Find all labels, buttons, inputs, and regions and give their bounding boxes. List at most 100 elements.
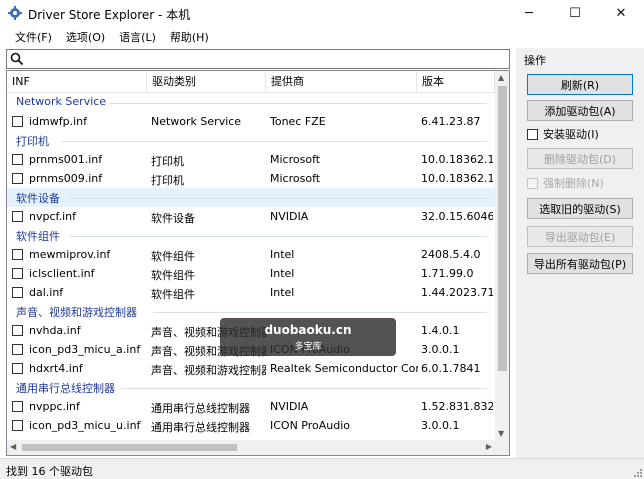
row-checkbox[interactable] xyxy=(12,173,23,184)
cell-inf: hdxrt4.inf xyxy=(29,362,83,375)
cell-version: 6.0.1.7841 xyxy=(421,362,481,375)
scroll-left-icon[interactable]: ◀ xyxy=(10,442,16,451)
cell-version: 6.41.23.87 xyxy=(421,115,481,128)
row-checkbox[interactable] xyxy=(12,420,23,431)
vertical-scrollbar[interactable]: ▲ ▼ xyxy=(495,71,509,440)
cell-version: 2408.5.4.0 xyxy=(421,248,481,261)
table-row[interactable]: idmwfp.inf Network Service Tonec FZE 6.41.2… xyxy=(7,112,495,131)
row-checkbox[interactable] xyxy=(12,363,23,374)
column-header-version[interactable]: 版本 xyxy=(417,71,495,93)
row-checkbox[interactable] xyxy=(12,268,23,279)
group-divider xyxy=(109,103,487,104)
cell-provider: Tonec FZE xyxy=(270,115,326,128)
install-driver-label: 安装驱动(I) xyxy=(543,128,599,141)
table-row[interactable]: mewmiprov.inf 软件组件 Intel 2408.5.4.0 xyxy=(7,245,495,264)
row-checkbox[interactable] xyxy=(12,287,23,298)
group-header-label: 声音、视频和游戏控制器 xyxy=(16,306,137,319)
group-divider xyxy=(121,388,487,389)
row-checkbox[interactable] xyxy=(12,154,23,165)
search-icon xyxy=(10,52,24,66)
row-checkbox[interactable] xyxy=(12,344,23,355)
window-title: Driver Store Explorer - 本机 xyxy=(28,8,191,22)
table-row[interactable]: icon_pd3_micu_u.inf 通用串行总线控制器 ICON ProAudi… xyxy=(7,416,495,435)
export-all-drivers-button[interactable]: 导出所有驱动包(P) xyxy=(527,253,633,274)
horizontal-scroll-thumb[interactable] xyxy=(22,444,237,451)
group-header-label: 通用串行总线控制器 xyxy=(16,382,115,395)
menu-language[interactable]: 语言(L) xyxy=(112,28,163,48)
group-header-label: Network Service xyxy=(16,95,107,108)
vertical-scroll-thumb[interactable] xyxy=(498,86,507,371)
export-driver-button: 导出驱动包(E) xyxy=(527,226,633,247)
cell-inf: idmwfp.inf xyxy=(29,115,88,128)
cell-provider: NVIDIA xyxy=(270,210,309,223)
cell-version: 10.0.18362.1 xyxy=(421,172,493,185)
menu-help[interactable]: 帮助(H) xyxy=(163,28,216,48)
row-checkbox[interactable] xyxy=(12,116,23,127)
group-header[interactable]: 软件组件 xyxy=(7,226,495,245)
cell-version: 1.44.2023.710 xyxy=(421,286,493,299)
cell-inf: dal.inf xyxy=(29,286,64,299)
table-row[interactable]: nvppc.inf 通用串行总线控制器 NVIDIA 1.52.831.832 xyxy=(7,397,495,416)
row-checkbox[interactable] xyxy=(12,211,23,222)
table-row[interactable]: iclsclient.inf 软件组件 Intel 1.71.99.0 xyxy=(7,264,495,283)
cell-version: 1.4.0.1 xyxy=(421,324,460,337)
row-checkbox[interactable] xyxy=(12,325,23,336)
table-row[interactable]: prnms009.inf 打印机 Microsoft 10.0.18362.1 xyxy=(7,169,495,188)
cell-provider: ICON ProAudio xyxy=(270,419,351,432)
cell-category: 软件组件 xyxy=(151,269,195,282)
table-row[interactable]: nvpcf.inf 软件设备 NVIDIA 32.0.15.6046 xyxy=(7,207,495,226)
cell-inf: nvhda.inf xyxy=(29,324,81,337)
minimize-button[interactable]: ─ xyxy=(506,0,552,26)
install-driver-checkbox-box[interactable] xyxy=(527,128,538,140)
status-bar: 找到 16 个驱动包 xyxy=(0,458,644,479)
cell-version: 3.0.0.1 xyxy=(421,343,460,356)
driver-list[interactable]: INF 驱动类别 ^ 提供商 版本 Network Service idmwfp.… xyxy=(6,70,510,456)
column-header-category-label: 驱动类别 xyxy=(152,75,196,88)
cell-version: 1.52.831.832 xyxy=(421,400,493,413)
watermark-subtitle: 多宝库 xyxy=(294,342,322,352)
cell-category: 软件设备 xyxy=(151,212,195,225)
cell-inf: prnms001.inf xyxy=(29,153,103,166)
group-header[interactable]: 通用串行总线控制器 xyxy=(7,378,495,397)
table-row[interactable]: hdxrt4.inf 声音、视频和游戏控制器 Realtek Semiconduct… xyxy=(7,359,495,378)
scroll-down-icon[interactable]: ▼ xyxy=(498,429,504,438)
cell-category: 软件组件 xyxy=(151,288,195,301)
close-button[interactable]: ✕ xyxy=(598,0,644,26)
horizontal-scrollbar[interactable]: ◀ ▶ xyxy=(7,440,495,455)
table-row[interactable]: dal.inf 软件组件 Intel 1.44.2023.710 xyxy=(7,283,495,302)
cell-inf: iclsclient.inf xyxy=(29,267,95,280)
group-divider xyxy=(62,141,487,142)
cell-category: 打印机 xyxy=(151,155,184,168)
row-checkbox[interactable] xyxy=(12,401,23,412)
menu-options[interactable]: 选项(O) xyxy=(59,28,112,48)
list-rows: Network Service idmwfp.inf Network Service… xyxy=(7,93,495,435)
column-header-provider[interactable]: 提供商 xyxy=(266,71,417,93)
sort-ascending-icon: ^ xyxy=(205,70,212,76)
cell-category: 声音、视频和游戏控制器 xyxy=(151,364,266,377)
cell-category: 通用串行总线控制器 xyxy=(151,402,250,415)
watermark-site: duobaoku.cn xyxy=(264,323,352,337)
maximize-button[interactable]: ☐ xyxy=(552,0,598,26)
refresh-button[interactable]: 刷新(R) xyxy=(527,74,633,95)
row-checkbox[interactable] xyxy=(12,249,23,260)
menu-file[interactable]: 文件(F) xyxy=(0,28,59,48)
cell-provider: Intel xyxy=(270,267,295,280)
scroll-corner xyxy=(495,440,509,455)
group-header[interactable]: Network Service xyxy=(7,93,495,112)
scroll-right-icon[interactable]: ▶ xyxy=(486,442,492,451)
force-delete-label: 强制删除(N) xyxy=(543,177,604,190)
table-row[interactable]: prnms001.inf 打印机 Microsoft 10.0.18362.1 xyxy=(7,150,495,169)
add-driver-button[interactable]: 添加驱动包(A) xyxy=(527,100,633,121)
resize-grip-icon[interactable] xyxy=(632,467,642,477)
install-driver-checkbox[interactable]: 安装驱动(I) xyxy=(527,126,599,142)
group-header[interactable]: 软件设备 xyxy=(7,188,495,207)
cell-inf: mewmiprov.inf xyxy=(29,248,111,261)
column-header-row: INF 驱动类别 ^ 提供商 版本 xyxy=(7,71,495,93)
cell-inf: icon_pd3_micu_a.inf xyxy=(29,343,141,356)
group-header[interactable]: 打印机 xyxy=(7,131,495,150)
select-old-drivers-button[interactable]: 选取旧的驱动(S) xyxy=(527,198,633,219)
column-header-inf[interactable]: INF xyxy=(7,71,147,93)
scroll-up-icon[interactable]: ▲ xyxy=(498,73,504,82)
cell-version: 1.71.99.0 xyxy=(421,267,474,280)
search-input[interactable] xyxy=(6,49,510,69)
